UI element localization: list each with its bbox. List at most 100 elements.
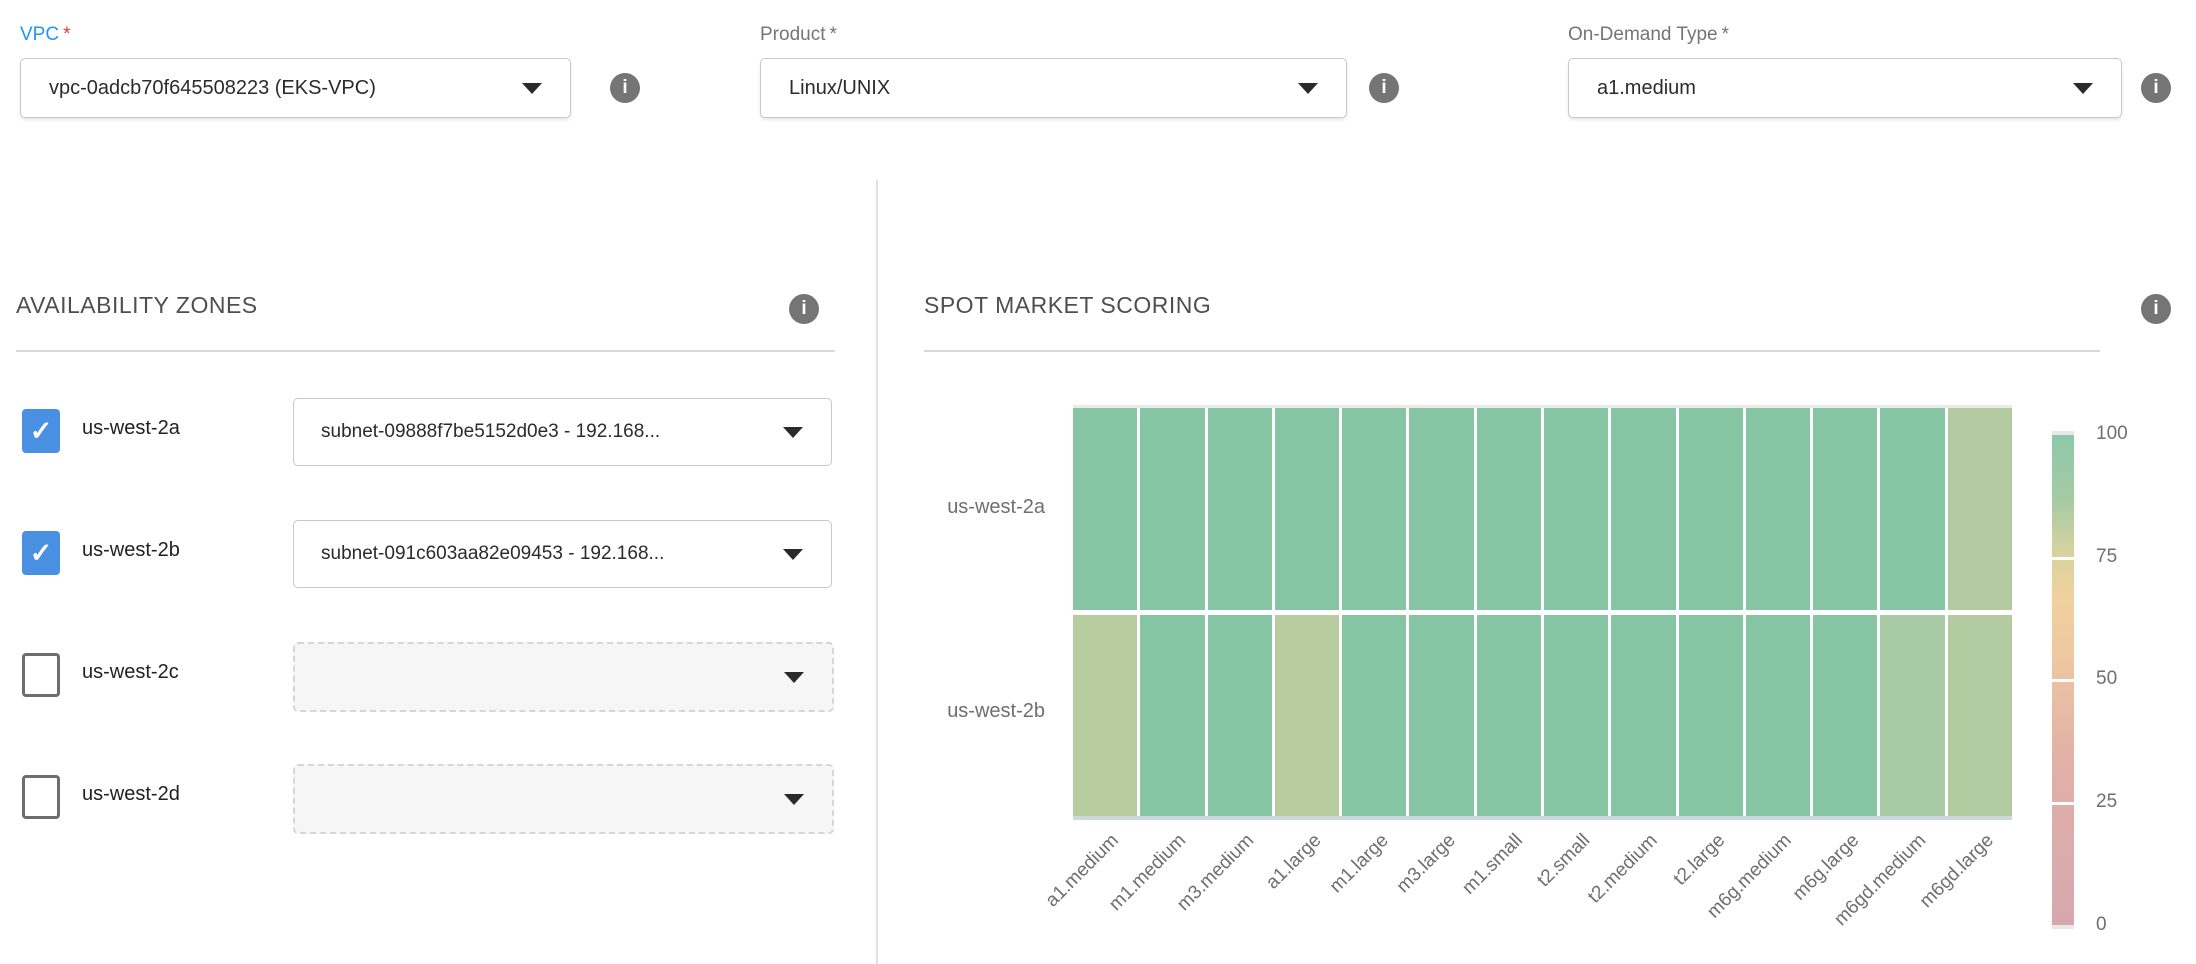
on-demand-type-field: On-Demand Type* a1.medium [1568, 20, 2122, 50]
check-icon: ✓ [30, 538, 53, 569]
heatmap-col-label-a1.large: a1.large [1262, 830, 1326, 894]
heatmap-cell-us-west-2b-a1.medium [1073, 615, 1137, 816]
checkbox-us-west-2a[interactable]: ✓ [22, 409, 60, 453]
heatmap-cell-us-west-2b-t2.small [1544, 615, 1608, 816]
heatmap-cell-us-west-2a-m6g.large [1813, 408, 1877, 610]
heatmap-cell-us-west-2a-m1.large [1342, 408, 1406, 610]
heatmap-cell-us-west-2a-m6gd.medium [1880, 408, 1944, 610]
subnet-select-us-west-2d[interactable] [293, 764, 834, 834]
heatmap-row-label-us-west-2a: us-west-2a [825, 496, 1045, 519]
spot-market-scoring-title: SPOT MARKET SCORING [924, 292, 1211, 319]
product-select-value: Linux/UNIX [761, 77, 950, 100]
spot-market-scoring-divider [924, 350, 2100, 352]
checkbox-us-west-2c[interactable] [22, 653, 60, 697]
heatmap-axis-line [1073, 816, 2012, 820]
legend-tick-75: 75 [2096, 546, 2166, 568]
heatmap-cell-us-west-2a-m6gd.large [1948, 408, 2012, 610]
subnet-select-us-west-2b[interactable]: subnet-091c603aa82e09453 - 192.168... [293, 520, 832, 588]
heatmap-col-label-m3.large: m3.large [1393, 830, 1461, 898]
on-demand-type-select[interactable]: a1.medium [1568, 58, 2122, 118]
heatmap-cell-us-west-2a-a1.medium [1073, 408, 1137, 610]
info-glyph: i [622, 77, 627, 99]
heatmap-cell-us-west-2b-m6gd.large [1948, 615, 2012, 816]
zone-label-us-west-2d: us-west-2d [82, 783, 180, 806]
heatmap-cell-us-west-2b-m6g.large [1813, 615, 1877, 816]
chevron-down-icon [784, 672, 804, 683]
required-asterisk: * [829, 24, 836, 45]
legend-bottom-cap [2052, 925, 2074, 929]
product-info-icon[interactable]: i [1369, 73, 1399, 103]
heatmap-cell-us-west-2a-m3.large [1409, 408, 1473, 610]
legend-tick-100: 100 [2096, 423, 2166, 445]
heatmap-cell-us-west-2a-a1.large [1275, 408, 1339, 610]
spot-market-scoring-info-icon[interactable]: i [2141, 294, 2171, 324]
legend-tick-50: 50 [2096, 668, 2166, 690]
heatmap-col-label-t2.large: t2.large [1669, 830, 1729, 890]
vpc-select-value: vpc-0adcb70f645508223 (EKS-VPC) [21, 77, 436, 100]
product-select[interactable]: Linux/UNIX [760, 58, 1347, 118]
spot-market-config-page: VPC* vpc-0adcb70f645508223 (EKS-VPC) i P… [0, 0, 2196, 964]
heatmap-cell-us-west-2b-m1.large [1342, 615, 1406, 816]
heatmap-col-label-t2.small: t2.small [1533, 830, 1595, 892]
info-glyph: i [2153, 77, 2158, 99]
subnet-select-us-west-2c[interactable] [293, 642, 834, 712]
availability-zones-divider [16, 350, 835, 352]
product-field: Product* Linux/UNIX [760, 20, 1347, 50]
heatmap-cell-us-west-2a-t2.small [1544, 408, 1608, 610]
subnet-select-us-west-2a[interactable]: subnet-09888f7be5152d0e3 - 192.168... [293, 398, 832, 466]
heatmap-col-label-m1.small: m1.small [1458, 830, 1527, 899]
zone-row-us-west-2b: ✓us-west-2bsubnet-091c603aa82e09453 - 19… [22, 520, 834, 586]
checkbox-us-west-2d[interactable] [22, 775, 60, 819]
legend-tick-0: 0 [2096, 914, 2166, 936]
heatmap-cell-us-west-2b-t2.large [1679, 615, 1743, 816]
legend-separator-0 [2052, 557, 2074, 560]
info-glyph: i [1381, 77, 1386, 99]
chevron-down-icon [1298, 83, 1318, 94]
on-demand-type-label-text: On-Demand Type [1568, 24, 1718, 45]
checkbox-us-west-2b[interactable]: ✓ [22, 531, 60, 575]
heatmap-cell-us-west-2a-m6g.medium [1746, 408, 1810, 610]
required-asterisk: * [1722, 24, 1729, 45]
subnet-select-value: subnet-091c603aa82e09453 - 192.168... [294, 543, 734, 565]
on-demand-type-select-value: a1.medium [1569, 77, 1756, 100]
heatmap-cell-us-west-2a-t2.medium [1611, 408, 1675, 610]
vpc-field: VPC* vpc-0adcb70f645508223 (EKS-VPC) [20, 20, 571, 50]
heatmap-cell-us-west-2b-m6g.medium [1746, 615, 1810, 816]
chevron-down-icon [522, 83, 542, 94]
heatmap-cell-us-west-2a-m3.medium [1208, 408, 1272, 610]
required-asterisk: * [63, 24, 70, 45]
heatmap-cell-us-west-2b-m3.large [1409, 615, 1473, 816]
section-vertical-divider [876, 180, 878, 964]
availability-zones-info-icon[interactable]: i [789, 294, 819, 324]
availability-zones-title: AVAILABILITY ZONES [16, 292, 258, 319]
info-glyph: i [801, 298, 806, 320]
heatmap-cell-us-west-2a-m1.medium [1140, 408, 1204, 610]
heatmap-row-label-us-west-2b: us-west-2b [825, 700, 1045, 723]
chevron-down-icon [783, 427, 803, 438]
heatmap-cell-us-west-2b-m6gd.medium [1880, 615, 1944, 816]
chevron-down-icon [2073, 83, 2093, 94]
zone-label-us-west-2c: us-west-2c [82, 661, 179, 684]
zone-row-us-west-2d: us-west-2d [22, 764, 834, 830]
vpc-info-icon[interactable]: i [610, 73, 640, 103]
zone-row-us-west-2c: us-west-2c [22, 642, 834, 708]
heatmap [1073, 408, 2012, 816]
legend-separator-1 [2052, 679, 2074, 682]
legend-tick-25: 25 [2096, 791, 2166, 813]
on-demand-type-info-icon[interactable]: i [2141, 73, 2171, 103]
heatmap-cell-us-west-2b-m3.medium [1208, 615, 1272, 816]
vpc-select[interactable]: vpc-0adcb70f645508223 (EKS-VPC) [20, 58, 571, 118]
heatmap-cell-us-west-2b-a1.large [1275, 615, 1339, 816]
heatmap-cell-us-west-2b-m1.medium [1140, 615, 1204, 816]
vpc-label: VPC* [20, 20, 571, 50]
heatmap-col-label-m1.large: m1.large [1325, 830, 1393, 898]
heatmap-col-label-t2.medium: t2.medium [1584, 830, 1662, 908]
zone-label-us-west-2a: us-west-2a [82, 417, 180, 440]
chevron-down-icon [784, 794, 804, 805]
info-glyph: i [2153, 298, 2158, 320]
zone-row-us-west-2a: ✓ us-west-2a subnet-09888f7be5152d0e3 - 19… [22, 398, 834, 464]
heatmap-cell-us-west-2a-m1.small [1477, 408, 1541, 610]
vpc-label-text: VPC [20, 24, 59, 45]
heatmap-cell-us-west-2b-m1.small [1477, 615, 1541, 816]
check-icon: ✓ [30, 416, 53, 447]
